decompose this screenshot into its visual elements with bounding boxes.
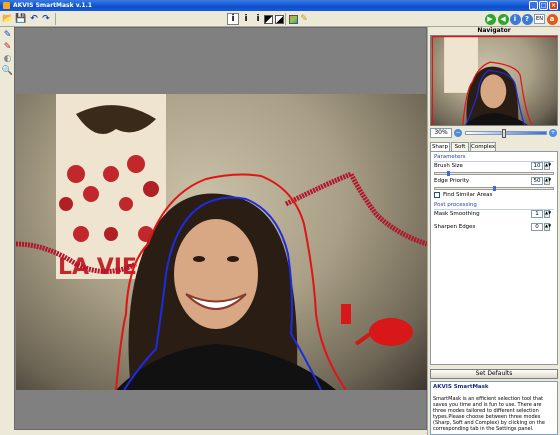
zoom-value-field[interactable]: 30% (430, 128, 452, 138)
maximize-button[interactable]: □ (539, 1, 548, 10)
help-icon[interactable]: ? (521, 13, 533, 25)
settings-panel: Navigator 30% − + Sharp Soft Complex Par… (427, 27, 560, 435)
tool-panel: ✎ ✎ ◐ 🔍 (0, 27, 14, 435)
info-box: AKVIS SmartMask SmartMask is an efficien… (430, 381, 558, 435)
mode-tabs: Sharp Soft Complex (430, 142, 558, 152)
close-button[interactable]: × (549, 1, 558, 10)
image-canvas[interactable]: LA VIE (14, 27, 427, 430)
akvis-icon[interactable]: a (546, 13, 558, 25)
zoom-out-icon[interactable]: − (454, 129, 462, 137)
set-defaults-button[interactable]: Set Defaults (430, 369, 558, 379)
tab-content: Parameters Brush Size 10 ▲▼ Edge Priorit… (430, 151, 558, 365)
sharpen-edges-label: Sharpen Edges (434, 224, 476, 230)
sharpen-edges-field[interactable]: 0 (531, 223, 543, 231)
edge-priority-slider[interactable] (434, 186, 554, 191)
back-icon[interactable]: ◀ (497, 13, 509, 25)
navigator-title: Navigator (477, 27, 511, 34)
language-select[interactable]: EN (534, 14, 545, 24)
zoom-slider-handle[interactable] (502, 129, 506, 138)
edge-priority-label: Edge Priority (434, 178, 470, 184)
info-title: AKVIS SmartMask (433, 384, 489, 390)
edge-priority-slider-handle[interactable] (493, 186, 496, 191)
zoom-controls: 30% − + (430, 128, 558, 138)
color-icon[interactable]: ✎ (298, 13, 310, 25)
window-title: AKVIS SmartMask v.1.1 (13, 2, 93, 9)
post-processing-header: Post processing (434, 202, 477, 208)
info-icon[interactable]: i (509, 13, 521, 25)
show-inverted-icon[interactable] (273, 13, 285, 25)
brush-size-slider-handle[interactable] (447, 171, 450, 176)
brush-size-spinner[interactable]: ▲▼ (544, 162, 551, 170)
save-image-icon[interactable]: 💾 (15, 13, 27, 25)
edge-priority-spinner[interactable]: ▲▼ (544, 177, 551, 185)
zoom-tool-icon[interactable]: 🔍 (2, 65, 13, 76)
blend-tool-icon[interactable]: ◐ (2, 53, 13, 64)
find-similar-checkbox[interactable] (434, 192, 440, 198)
tab-soft[interactable]: Soft (451, 142, 469, 151)
open-image-icon[interactable]: 📂 (2, 13, 14, 25)
app-logo-icon (3, 2, 10, 9)
show-outline-icon[interactable]: i (240, 13, 252, 25)
find-similar-label: Find Similar Areas (443, 192, 493, 198)
run-icon[interactable]: ▶ (484, 13, 496, 25)
eraser-tool-icon[interactable]: ✎ (2, 41, 13, 52)
mask-smoothing-field[interactable]: 1 (531, 210, 543, 218)
pencil-tool-icon[interactable]: ✎ (2, 29, 13, 40)
show-mask-icon[interactable]: i (227, 13, 239, 25)
undo-icon[interactable]: ↶ (28, 13, 40, 25)
zoom-slider[interactable] (465, 129, 547, 138)
tab-complex[interactable]: Complex (470, 142, 496, 151)
sharpen-edges-spinner[interactable]: ▲▼ (544, 223, 551, 231)
mask-smoothing-label: Mask Smoothing (434, 211, 480, 217)
brush-size-field[interactable]: 10 (531, 162, 543, 170)
photo-image[interactable]: LA VIE (16, 94, 427, 390)
navigator-preview[interactable] (430, 35, 558, 126)
info-text: SmartMask is an efficient selection tool… (433, 396, 545, 432)
parameters-header: Parameters (434, 154, 466, 160)
minimize-button[interactable]: _ (529, 1, 538, 10)
toolbar: 📂 💾 ↶ ↷ i i i ✎ ▶ ◀ i ? EN a (0, 11, 560, 27)
mask-smoothing-spinner[interactable]: ▲▼ (544, 210, 551, 218)
redo-icon[interactable]: ↷ (40, 13, 52, 25)
title-bar: AKVIS SmartMask v.1.1 _ □ × (0, 0, 560, 11)
zoom-in-icon[interactable]: + (549, 129, 557, 137)
brush-size-label: Brush Size (434, 163, 463, 169)
brush-size-slider[interactable] (434, 171, 554, 176)
edge-priority-field[interactable]: 50 (531, 177, 543, 185)
